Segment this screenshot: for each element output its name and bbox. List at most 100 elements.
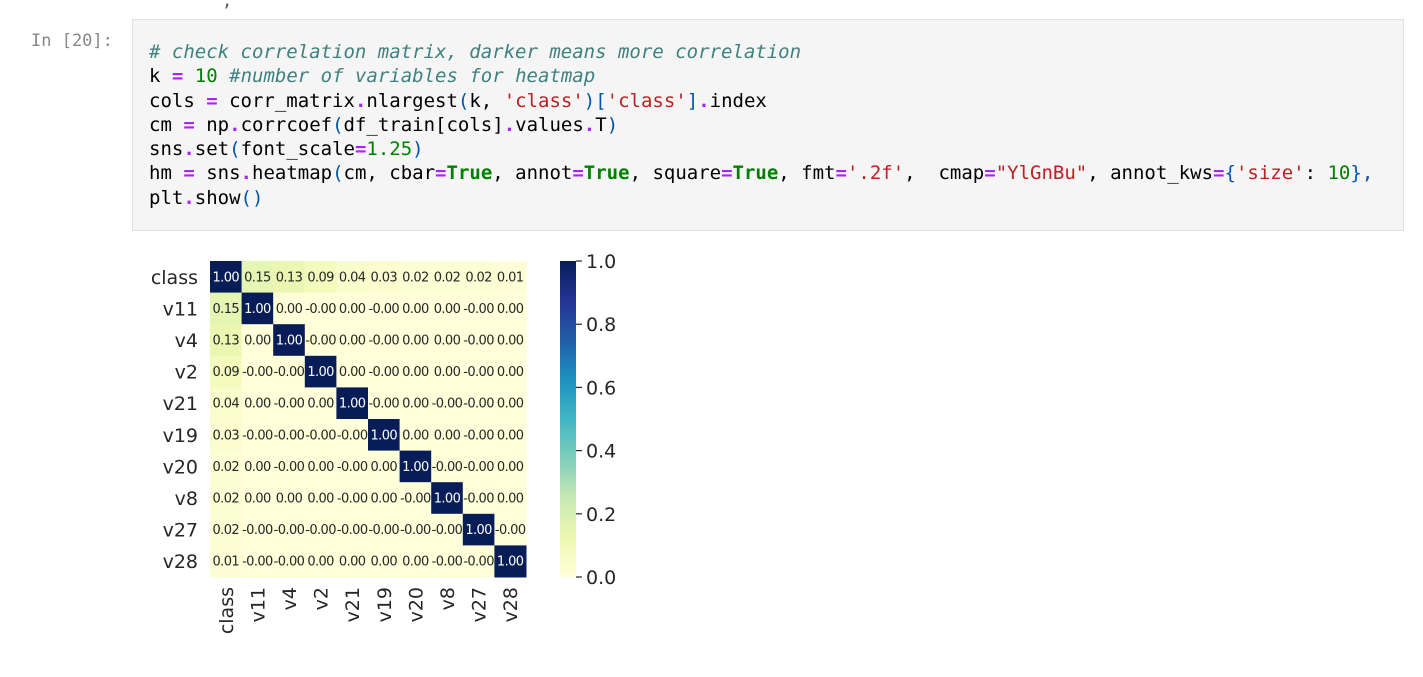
cell-annotation: -0.00 [463,302,494,317]
cell-annotation: 0.04 [339,270,366,285]
code-token-paren: () [240,186,264,209]
cell-annotation: 0.00 [339,334,366,349]
code-token-num: 10 [1327,162,1351,185]
row-tick-label: v8 [175,488,198,510]
code-token-paren: ( [332,162,344,185]
code-cell[interactable]: # check correlation matrix, darker means… [132,19,1404,231]
cell-annotation: -0.00 [495,523,526,538]
cell-annotation: 0.01 [213,555,240,570]
cell-annotation: 0.03 [213,428,240,443]
row-tick-label: v28 [163,551,198,573]
row-tick-label: v21 [163,393,198,415]
cell-annotation: -0.00 [305,523,336,538]
col-tick-label: v8 [437,587,459,610]
cell-annotation: 0.13 [213,334,240,349]
cell-annotation: 0.00 [339,555,366,570]
code-token-op: = [984,162,996,185]
code-token-plain: T [595,113,607,136]
code-token-paren: ] [686,89,699,112]
colorbar-tick-label: 0.2 [586,504,616,526]
row-tick-label: class [151,267,198,289]
cell-annotation: -0.00 [368,334,399,349]
col-tick-label: v20 [405,587,427,622]
cell-annotation: 0.00 [244,334,271,349]
cell-annotation: -0.00 [463,555,494,570]
code-token-op: . [183,186,195,209]
cell-annotation: 0.00 [434,302,461,317]
cell-annotation: 1.00 [307,365,334,380]
cell-annotation: -0.00 [463,334,494,349]
row-tick-label: v11 [163,298,198,320]
cell-annotation: 0.01 [497,270,524,285]
cell-annotation: 0.02 [465,270,492,285]
col-tick-label: v19 [374,587,396,622]
code-token-plain: values [515,113,584,136]
code-token-plain: index [709,89,767,112]
code-line: # check correlation matrix, darker means… [149,40,1373,64]
cell-annotation: -0.00 [432,460,463,475]
code-token-op: . [503,113,516,136]
cell-annotation: 0.04 [213,397,240,412]
cell-annotation: 1.00 [402,460,429,475]
code-token-op: = [435,162,447,185]
code-line: cm = np.corrcoef(df_train[cols].values.T… [149,113,1373,137]
code-token-op: = [572,162,584,185]
cell-annotation: 0.00 [497,492,524,507]
cell-annotation: -0.00 [274,460,305,475]
code-token-comment: # check correlation matrix, darker means… [149,41,802,63]
code-token-op: = [835,162,847,185]
code-token-plain: df_train[cols] [343,113,504,136]
colorbar-tick-label: 0.0 [586,567,616,589]
code-token-plain: show [194,186,241,209]
code-token-paren: }, [1350,162,1374,185]
cell-annotation: -0.00 [432,523,463,538]
code-token-plain: , annot [492,162,573,185]
code-token-op: . [698,89,710,112]
code-line: k = 10 #number of variables for heatmap [149,64,1373,88]
cell-annotation: -0.00 [368,302,399,317]
code-token-plain: sns [149,138,184,161]
cell-annotation: 0.00 [244,460,271,475]
col-tick-label: class [216,587,238,634]
code-token-kw: True [732,162,779,185]
code-token-str: 'class' [503,89,584,112]
code-token-str: 'class' [606,89,687,112]
cell-annotation: 1.00 [244,302,271,317]
code-editor[interactable]: # check correlation matrix, darker means… [149,40,1373,210]
cell-annotation: 0.00 [307,492,334,507]
cell-annotation: -0.00 [305,428,336,443]
cell-annotation: -0.00 [463,428,494,443]
code-token-paren: ( [457,89,470,112]
code-line: cols = corr_matrix.nlargest(k, 'class')[… [149,89,1373,113]
code-token-plain: : [1304,162,1328,185]
colorbar-tick-label: 1.0 [586,251,616,273]
code-token-str: 'size' [1235,162,1305,185]
cell-annotation: 0.00 [402,555,429,570]
code-token-kw: True [446,162,493,185]
cell-annotation: 0.15 [244,270,271,285]
cell-output: 1.00 0.15 0.13 0.09 0.04 0.03 0.02 0.02 0.02 0.01… [132,240,652,670]
code-token-plain: cols [149,89,207,112]
cell-annotation: -0.00 [368,397,399,412]
cell-annotation: -0.00 [305,302,336,317]
code-token-plain: , annot_kws [1087,162,1214,185]
col-tick-label: v21 [342,587,364,622]
code-token-plain: cm [149,113,184,136]
code-token-op: = [183,113,195,136]
code-token-str: '.2f' [846,162,905,185]
row-tick-label: v2 [175,362,198,384]
cell-annotation: -0.00 [337,428,368,443]
cell-annotation: -0.00 [463,365,494,380]
cell-annotation: 0.15 [213,302,240,317]
code-token-plain: , fmt [778,162,836,185]
code-token-plain: corr_matrix [217,89,355,112]
code-token-paren: { [1224,162,1236,185]
col-tick-label: v11 [247,587,269,622]
cell-annotation: -0.00 [337,523,368,538]
cell-annotation: 0.00 [497,302,524,317]
cell-prompt: In [20]: [31,31,113,51]
code-token-plain: set [194,138,230,161]
col-tick-label: v2 [311,587,333,610]
cell-annotation: -0.00 [463,397,494,412]
